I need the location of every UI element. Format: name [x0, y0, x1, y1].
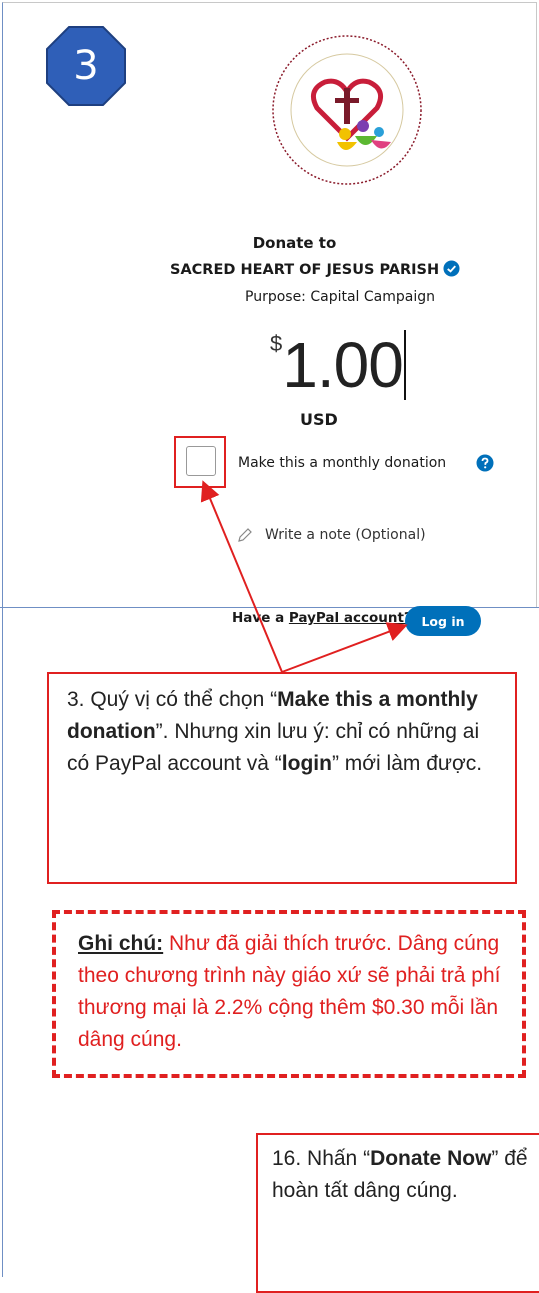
fee-note-label: Ghi chú: [78, 932, 164, 955]
annotation-arrows [200, 480, 408, 673]
fee-note-box: Ghi chú: Như đã giải thích trước. Dâng c… [52, 910, 526, 1078]
step3-instruction-note: 3. Quý vị có thể chọn “Make this a month… [47, 672, 517, 884]
step16-instruction-note: 16. Nhấn “Donate Now” để hoàn tất dâng c… [256, 1133, 539, 1293]
